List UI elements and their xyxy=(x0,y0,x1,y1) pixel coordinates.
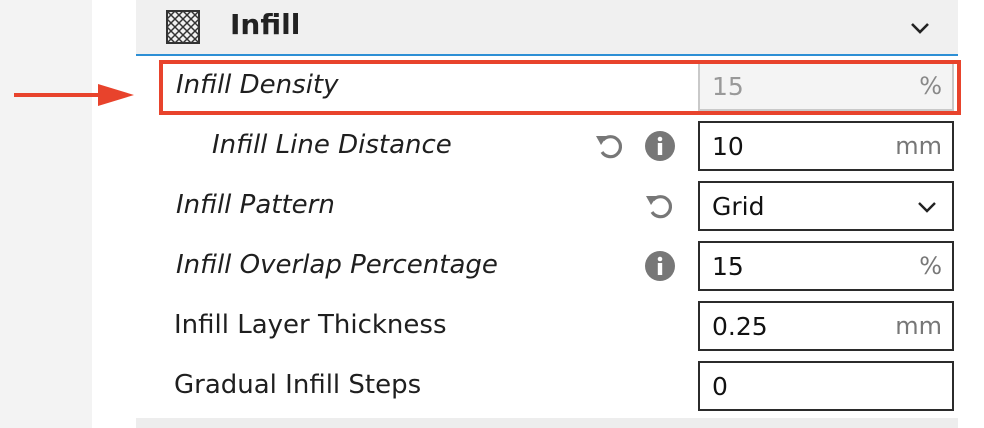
setting-label: Infill Overlap Percentage xyxy=(176,250,498,280)
chevron-down-icon[interactable] xyxy=(908,16,932,40)
infill-layer-thickness-input[interactable]: 0.25 mm xyxy=(698,301,954,351)
annotation-highlight-box xyxy=(159,60,961,115)
setting-label: Infill Line Distance xyxy=(212,130,452,160)
gradual-infill-steps-input[interactable]: 0 xyxy=(698,361,954,411)
next-section-header[interactable] xyxy=(136,418,958,428)
setting-row-infill-overlap-percentage: Infill Overlap Percentage 15 % xyxy=(0,238,984,298)
infill-pattern-select[interactable]: Grid xyxy=(698,181,954,231)
setting-label: Gradual Infill Steps xyxy=(174,370,422,400)
infill-line-distance-input[interactable]: 10 mm xyxy=(698,121,954,171)
setting-label: Infill Pattern xyxy=(176,190,335,220)
field-unit: mm xyxy=(895,312,942,340)
setting-row-infill-line-distance: Infill Line Distance 10 mm xyxy=(0,118,984,178)
info-icon[interactable] xyxy=(644,130,676,162)
infill-overlap-percentage-input[interactable]: 15 % xyxy=(698,241,954,291)
setting-label: Infill Layer Thickness xyxy=(174,310,447,340)
field-value: 0.25 xyxy=(712,312,768,341)
field-value: Grid xyxy=(712,192,765,221)
setting-row-infill-layer-thickness: Infill Layer Thickness 0.25 mm xyxy=(0,298,984,358)
info-icon[interactable] xyxy=(644,250,676,282)
field-unit: % xyxy=(919,252,942,280)
field-unit: mm xyxy=(895,132,942,160)
section-header-infill[interactable]: Infill xyxy=(136,0,958,56)
field-value: 10 xyxy=(712,132,744,161)
reset-icon[interactable] xyxy=(594,130,626,162)
infill-grid-icon xyxy=(166,10,200,44)
chevron-down-icon xyxy=(918,202,936,213)
field-value: 15 xyxy=(712,252,744,281)
setting-row-gradual-infill-steps: Gradual Infill Steps 0 xyxy=(0,358,984,418)
setting-row-infill-pattern: Infill Pattern Grid xyxy=(0,178,984,238)
field-value: 0 xyxy=(712,372,728,401)
reset-icon[interactable] xyxy=(644,190,676,222)
section-title: Infill xyxy=(230,8,301,41)
